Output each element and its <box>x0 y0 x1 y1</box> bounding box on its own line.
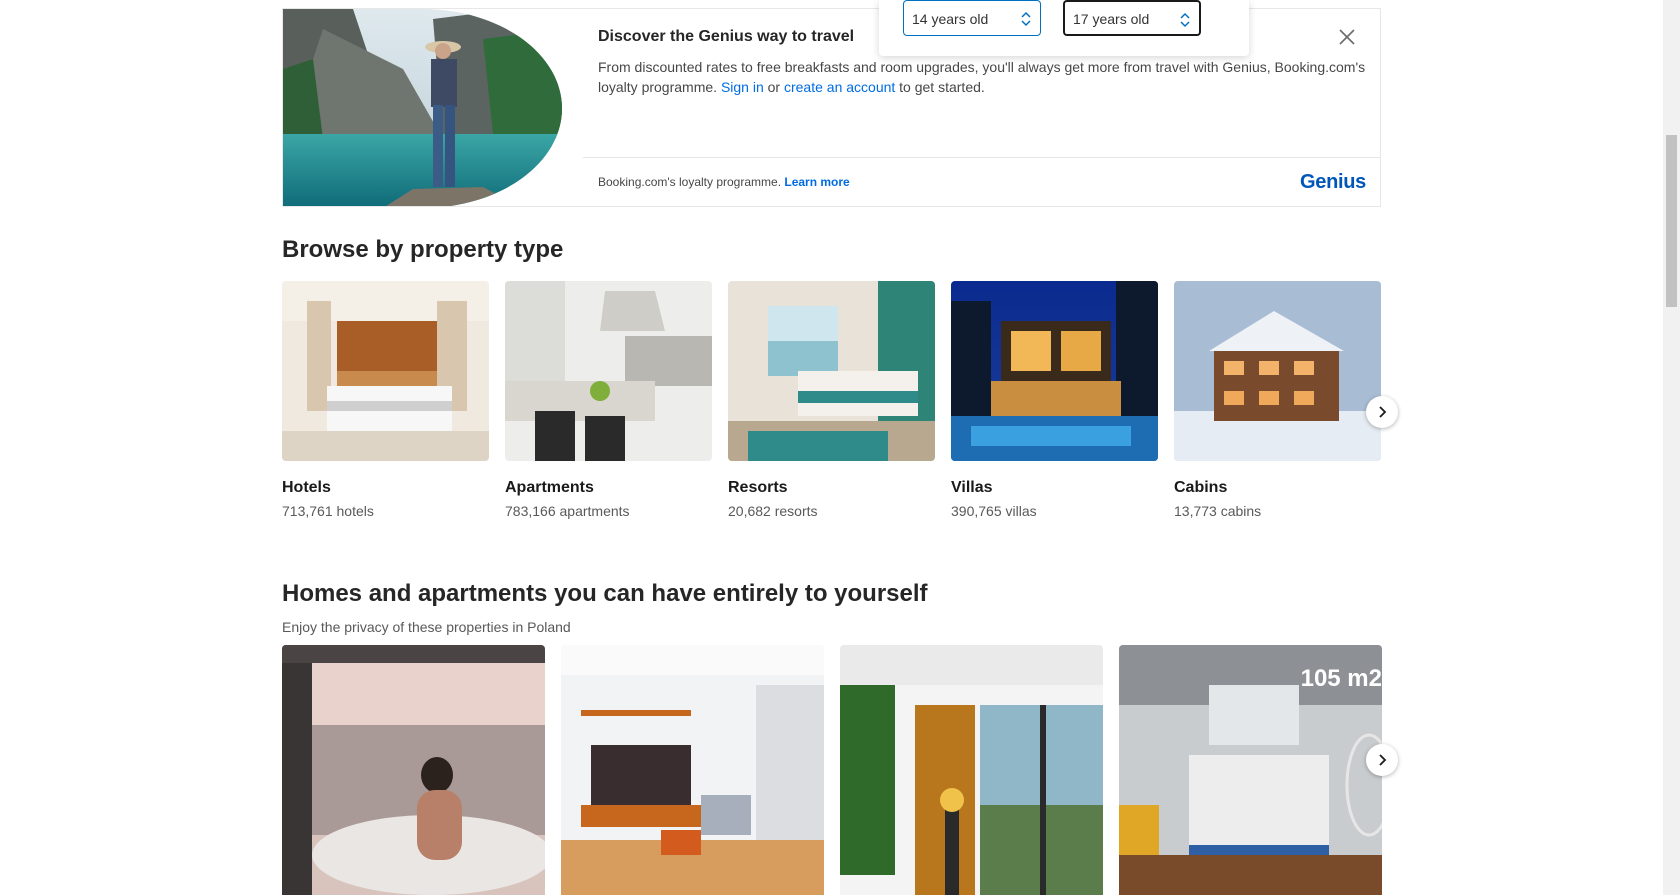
homes-subheading: Enjoy the privacy of these properties in… <box>282 619 571 635</box>
home-card-4[interactable]: 105 m2 <box>1119 645 1382 895</box>
property-type-name: Apartments <box>505 479 594 496</box>
banner-lake-image <box>283 9 562 206</box>
child-age-select-2[interactable]: 17 years old <box>1063 0 1201 36</box>
property-type-count: 783,166 apartments <box>505 503 630 519</box>
chevron-updown-icon <box>1021 11 1031 27</box>
or-text: or <box>767 79 781 95</box>
genius-logo: Genius <box>1300 171 1366 193</box>
property-type-name: Cabins <box>1174 479 1228 496</box>
child-age-value-1: 14 years old <box>912 11 989 27</box>
chevron-right-icon <box>1379 754 1387 766</box>
create-account-link[interactable]: create an account <box>784 79 895 95</box>
property-type-name: Resorts <box>728 479 788 496</box>
property-type-card-villas[interactable]: Villas 390,765 villas <box>951 281 1158 519</box>
chevron-right-icon <box>1379 406 1387 418</box>
property-type-card-resorts[interactable]: Resorts 20,682 resorts <box>728 281 935 519</box>
property-type-name: Hotels <box>282 479 331 496</box>
footer-label: Booking.com's loyalty programme. <box>598 175 782 189</box>
property-type-count: 390,765 villas <box>951 503 1037 519</box>
area-overlay-text: 105 m2 <box>1300 665 1382 692</box>
close-icon[interactable] <box>1337 27 1357 47</box>
scrollbar-thumb[interactable] <box>1666 135 1677 307</box>
property-type-card-apartments[interactable]: Apartments 783,166 apartments <box>505 281 712 519</box>
banner-text-end: to get started. <box>899 79 985 95</box>
property-type-count: 20,682 resorts <box>728 503 818 519</box>
property-types-next-button[interactable] <box>1366 396 1398 428</box>
banner-title: Discover the Genius way to travel <box>598 28 855 45</box>
footer-text: Booking.com's loyalty programme. Learn m… <box>598 175 850 189</box>
child-age-value-2: 17 years old <box>1073 11 1150 27</box>
banner-footer: Booking.com's loyalty programme. Learn m… <box>583 157 1380 206</box>
cabins-image <box>1174 281 1381 461</box>
learn-more-link[interactable]: Learn more <box>784 175 849 189</box>
property-type-count: 13,773 cabins <box>1174 503 1262 519</box>
hotels-image <box>282 281 489 461</box>
property-type-card-hotels[interactable]: Hotels 713,761 hotels <box>282 281 489 519</box>
homes-heading: Homes and apartments you can have entire… <box>282 580 928 607</box>
property-type-name: Villas <box>951 479 993 496</box>
homes-next-button[interactable] <box>1366 744 1398 776</box>
resorts-image <box>728 281 935 461</box>
apartments-image <box>505 281 712 461</box>
villas-image <box>951 281 1158 461</box>
home-card-3[interactable] <box>840 645 1103 895</box>
home-card-1[interactable] <box>282 645 545 895</box>
child-age-panel: 14 years old 17 years old <box>879 0 1249 56</box>
property-type-card-cabins[interactable]: Cabins 13,773 cabins <box>1174 281 1381 519</box>
property-type-count: 713,761 hotels <box>282 503 374 519</box>
banner-description: From discounted rates to free breakfasts… <box>598 57 1368 97</box>
child-age-select-1[interactable]: 14 years old <box>903 0 1041 36</box>
property-type-heading: Browse by property type <box>282 236 564 263</box>
home-card-2[interactable] <box>561 645 824 895</box>
sign-in-link[interactable]: Sign in <box>721 79 764 95</box>
chevron-updown-icon <box>1180 12 1190 28</box>
